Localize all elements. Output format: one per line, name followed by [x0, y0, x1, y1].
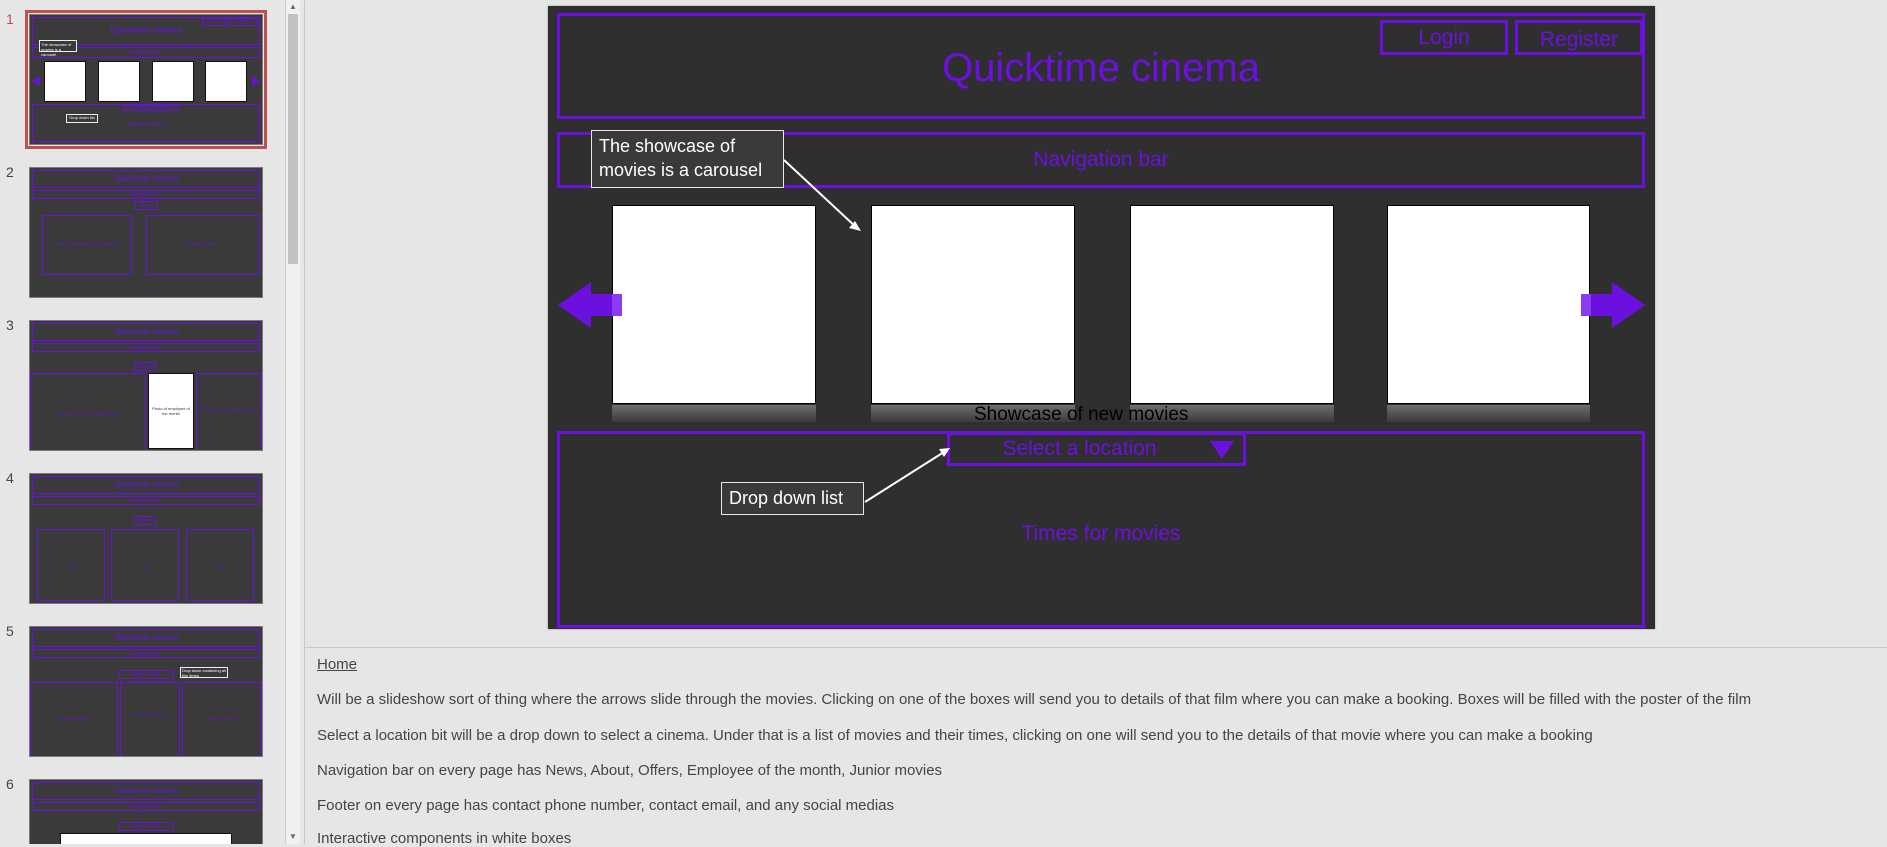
notes-line: Footer on every page has contact phone n…: [317, 797, 895, 814]
slide-canvas[interactable]: Quicktime cinema Login Register Navigati…: [548, 6, 1655, 629]
slide-number: 1: [6, 11, 14, 27]
thumb-heading: About: [134, 201, 158, 210]
slide-thumbnail-3[interactable]: Quicktime cinema Navigation bar Offers D…: [29, 320, 263, 451]
slide-thumbnail-1[interactable]: Quicktime cinema Login Register Navigati…: [25, 10, 267, 149]
thumb-arrow-right-icon: [252, 76, 260, 86]
notes-line: Interactive components in white boxes: [317, 830, 572, 847]
slide-thumbnail-4[interactable]: Quicktime cinema Navigation bar Offers O…: [29, 473, 263, 604]
carousel-callout: The showcase of movies is a carousel: [591, 130, 784, 188]
thumb-heading: Offers: [134, 362, 156, 371]
thumb-block: Times for the film: [182, 682, 262, 756]
thumb-card: [44, 61, 86, 102]
login-button[interactable]: Login: [1380, 20, 1508, 55]
notes-line: Navigation bar on every page has News, A…: [317, 762, 943, 779]
thumb-header: Quicktime cinema: [32, 476, 260, 494]
thumb-photo: Photo of employee of the month: [148, 373, 194, 449]
dropdown-callout: Drop down list: [721, 482, 864, 515]
thumb-block: Poster of movie film: [120, 682, 180, 756]
header-box: Quicktime cinema Login Register: [557, 13, 1645, 119]
thumbnail-scrollbar[interactable]: ▲ ▼: [285, 0, 300, 844]
speaker-notes[interactable]: Home Will be a slideshow sort of thing w…: [305, 647, 1887, 847]
thumb-nav: Navigation bar: [32, 496, 260, 505]
thumb-nav: Navigation bar: [32, 649, 260, 658]
thumb-card: [205, 61, 247, 102]
movie-card[interactable]: [1387, 205, 1590, 404]
slide-number: 6: [6, 776, 14, 792]
scroll-up-icon[interactable]: ▲: [286, 0, 300, 14]
thumb-header: Quicktime cinema: [32, 782, 260, 800]
slide-thumbnail-5[interactable]: Quicktime cinema Navigation bar Name of …: [29, 626, 263, 757]
thumb-login: Login: [202, 18, 226, 26]
notes-line: Select a location bit will be a drop dow…: [317, 727, 1593, 744]
thumb-header: Quicktime cinema: [32, 170, 260, 188]
slide-number: 4: [6, 470, 14, 486]
thumb-block: Descriptions of the available offers: [30, 373, 146, 450]
movie-times-label: Times for movies: [1021, 522, 1181, 545]
thumb-select: Select a location: [123, 105, 179, 111]
dropdown-triangle-icon: [1210, 441, 1234, 459]
thumb-arrow-left-icon: [32, 76, 40, 86]
thumb-heading: Name of film: [118, 822, 174, 831]
slide-number: 5: [6, 623, 14, 639]
arrow-right-icon: [1581, 282, 1645, 328]
arrow-left-icon: [558, 282, 622, 328]
slide-thumbnail-6[interactable]: Quicktime cinema Navigation bar Name of …: [29, 779, 263, 844]
thumb-block: Description of film: [30, 682, 118, 756]
thumb-block: Pictures of cinema: [146, 215, 260, 275]
slide-thumbnail-panel: 1 Quicktime cinema Login Register Naviga…: [0, 0, 288, 844]
movie-card[interactable]: [612, 205, 816, 404]
scrollbar-thumb[interactable]: [288, 14, 298, 264]
thumb-photo: [60, 833, 232, 844]
thumb-header: Quicktime cinema: [32, 629, 260, 647]
showcase-label: Showcase of new movies: [974, 404, 1189, 425]
dropdown-callout-connector: [864, 448, 950, 503]
thumb-callout: Drop down containing all film times: [180, 667, 228, 678]
slide-thumbnail-2[interactable]: Quicktime cinema Navigation bar About Pl…: [29, 167, 263, 298]
thumb-heading: Offers: [134, 516, 156, 525]
thumb-nav: Navigation bar: [32, 190, 260, 199]
scroll-down-icon[interactable]: ▼: [286, 830, 300, 844]
slide-number: 2: [6, 164, 14, 180]
notes-heading: Home: [317, 656, 358, 673]
thumb-card: [152, 61, 194, 102]
carousel-next-button[interactable]: [1579, 282, 1645, 333]
thumb-heading: Name of film: [118, 670, 174, 679]
thumb-nav: Navigation bar: [32, 802, 260, 811]
thumb-card: [98, 61, 140, 102]
card-reflection: [612, 405, 816, 422]
thumb-header: Quicktime cinema: [32, 323, 260, 341]
movie-card[interactable]: [1130, 205, 1334, 404]
thumb-block: Place of information about cinema: [42, 215, 132, 275]
thumb-offer: Offer: [186, 529, 254, 601]
carousel-prev-button[interactable]: [558, 282, 624, 333]
thumb-nav: Navigation bar: [32, 343, 260, 352]
register-button[interactable]: Register: [1515, 20, 1643, 55]
thumb-offer: Offer: [111, 529, 179, 601]
movie-card[interactable]: [871, 205, 1075, 404]
thumb-register: Register: [228, 18, 258, 26]
card-reflection: [1387, 405, 1590, 422]
location-dropdown[interactable]: Select a location: [947, 432, 1246, 466]
thumb-callout: The showcase of movies is a carousel: [39, 40, 77, 57]
slide-number: 3: [6, 317, 14, 333]
thumb-callout: Drop down list: [66, 114, 98, 123]
location-dropdown-label: Select a location: [1002, 437, 1157, 460]
notes-line: Will be a slideshow sort of thing where …: [317, 691, 1752, 708]
thumb-block: Short description of the employee: [196, 373, 262, 450]
carousel-callout-connector: [783, 159, 861, 231]
thumb-offer: Offer: [37, 529, 105, 601]
